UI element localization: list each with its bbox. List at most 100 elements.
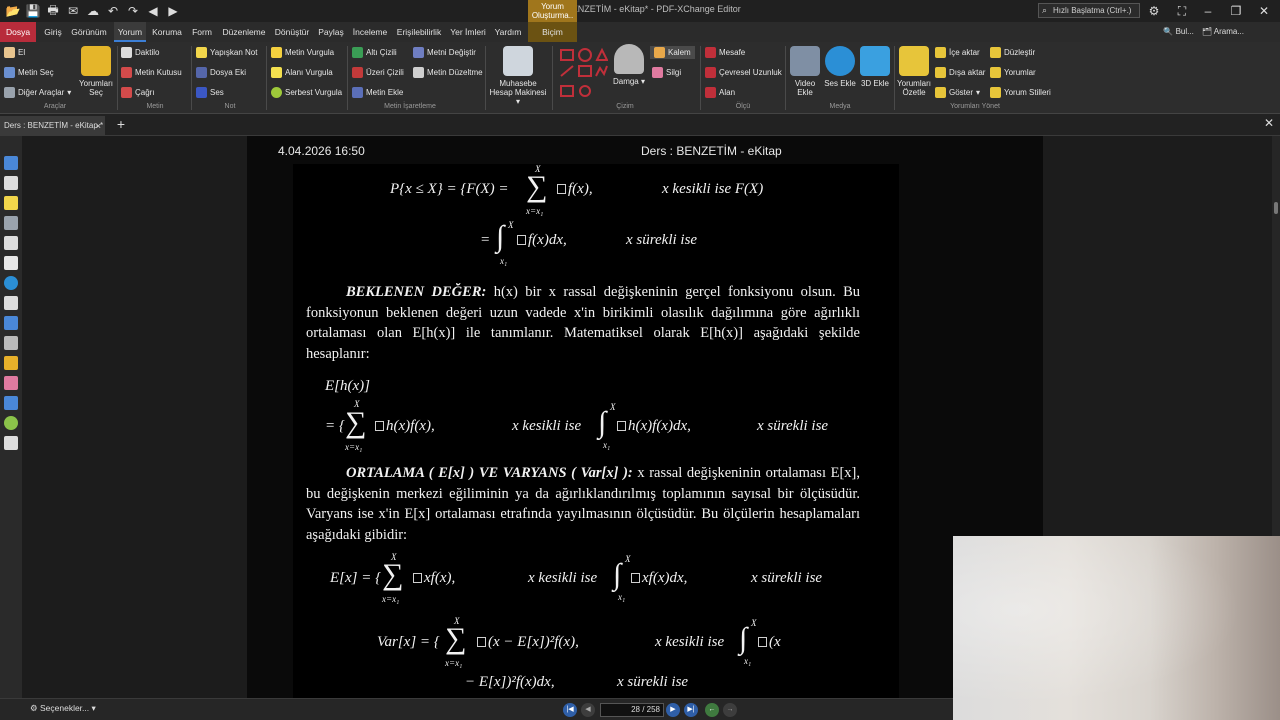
pages-icon[interactable] — [4, 176, 18, 190]
show-button[interactable]: Göster ▾ — [935, 86, 980, 99]
scroll-thumb[interactable] — [1274, 202, 1278, 214]
comments-panel-icon[interactable] — [4, 196, 18, 210]
structure-icon[interactable] — [4, 336, 18, 350]
next-view-button[interactable]: → — [723, 703, 737, 717]
save-icon[interactable]: 💾 — [24, 2, 42, 20]
group-label-olcu: Ölçü — [735, 103, 751, 110]
options-button[interactable]: ⚙ Seçenekler... ▾ — [30, 703, 96, 714]
tab-donustur[interactable]: Dönüştür — [272, 22, 312, 42]
next-page-button[interactable]: ▶ — [666, 703, 680, 717]
perimeter-button[interactable]: Çevresel Uzunluk — [705, 66, 782, 79]
close-panel-icon[interactable]: ✕ — [1264, 116, 1274, 130]
last-page-button[interactable]: ▶| — [684, 703, 698, 717]
close-button[interactable]: ✕ — [1254, 3, 1274, 19]
freehand-highlight-button[interactable]: Serbest Vurgula — [271, 86, 342, 99]
cloud-icon[interactable]: ☁ — [84, 2, 102, 20]
flatten-button[interactable]: Düzleştir — [990, 46, 1035, 59]
select-text-button[interactable]: Metin Seç — [4, 66, 54, 79]
insert-text-button[interactable]: Metin Ekle — [352, 86, 403, 99]
strikeout-button[interactable]: Üzeri Çizili — [352, 66, 404, 79]
summarize-comments-button[interactable]: Yorumları Özetle — [896, 46, 932, 97]
text-box-button[interactable]: Metin Kutusu — [121, 66, 182, 79]
signatures-icon[interactable] — [4, 296, 18, 310]
sticky-note-button[interactable]: Yapışkan Not — [196, 46, 257, 59]
close-tab-icon[interactable]: × — [96, 116, 101, 136]
open-folder-icon[interactable]: 📂 — [4, 2, 22, 20]
globe-icon[interactable] — [4, 276, 18, 290]
forward-icon[interactable]: ▶ — [164, 2, 182, 20]
bookmarks-icon[interactable] — [4, 156, 18, 170]
tab-yer-imleri[interactable]: Yer İmleri — [448, 22, 488, 42]
tab-koruma[interactable]: Koruma — [150, 22, 184, 42]
insert-3d-button[interactable]: 3D Ekle — [858, 46, 892, 88]
redo-icon[interactable]: ↷ — [124, 2, 142, 20]
info-icon[interactable] — [4, 416, 18, 430]
distance-button[interactable]: Mesafe — [705, 46, 745, 59]
tab-gorunum[interactable]: Görünüm — [70, 22, 108, 42]
separator — [347, 46, 348, 110]
other-tools-button[interactable]: Diğer Araçlar ▾ — [4, 86, 71, 99]
stamp-button[interactable]: Damga ▾ — [612, 44, 646, 86]
eraser-button[interactable]: Silgi — [652, 66, 681, 79]
tab-erisilebilirlik[interactable]: Erişilebilirlik — [394, 22, 444, 42]
previous-page-button[interactable]: ◀ — [581, 703, 595, 717]
minimize-button[interactable]: – — [1198, 3, 1218, 19]
file-attachment-button[interactable]: Dosya Eki — [196, 66, 246, 79]
underline-button[interactable]: Altı Çizili — [352, 46, 397, 59]
highlight-text-button[interactable]: Metin Vurgula — [271, 46, 334, 59]
print-icon[interactable]: 🖶 — [44, 2, 62, 20]
attachments-icon[interactable] — [4, 216, 18, 230]
tab-giris[interactable]: Giriş — [40, 22, 66, 42]
tab-form[interactable]: Form — [190, 22, 214, 42]
pen-button[interactable]: Kalem — [650, 46, 695, 59]
replace-text-button[interactable]: Metni Değiştir — [413, 46, 476, 59]
first-page-button[interactable]: |◀ — [563, 703, 577, 717]
export-button[interactable]: Dışa aktar — [935, 66, 985, 79]
comment-styles-button[interactable]: Yorum Stilleri — [990, 86, 1051, 99]
tab-duzenleme[interactable]: Düzenleme — [220, 22, 268, 42]
import-button[interactable]: İçe aktar — [935, 46, 980, 59]
typewriter-button[interactable]: Daktilo — [121, 46, 159, 59]
highlight-area-button[interactable]: Alanı Vurgula — [271, 66, 333, 79]
search-panel-icon[interactable] — [4, 316, 18, 330]
fullscreen-icon[interactable]: ⛶ — [1172, 3, 1192, 19]
tab-bicim[interactable]: Biçim — [528, 22, 577, 42]
tab-yorum[interactable]: Yorum — [114, 22, 146, 42]
page-number-field[interactable]: 28 / 258 — [600, 703, 664, 717]
properties-icon[interactable] — [4, 436, 18, 450]
sound-button[interactable]: Ses — [196, 86, 224, 99]
comments-button[interactable]: Yorumlar — [990, 66, 1036, 79]
undo-icon[interactable]: ↶ — [104, 2, 122, 20]
mean-sum-term: xf(x), — [411, 570, 455, 587]
link-icon[interactable] — [4, 356, 18, 370]
maximize-button[interactable]: ❐ — [1226, 3, 1246, 19]
previous-view-button[interactable]: ← — [705, 703, 719, 717]
select-comments-button[interactable]: Yorumları Seç — [76, 46, 116, 97]
back-icon[interactable]: ◀ — [144, 2, 162, 20]
area-button[interactable]: Alan — [705, 86, 735, 99]
new-tab-button[interactable]: + — [112, 116, 130, 134]
layers-icon[interactable] — [4, 256, 18, 270]
insert-video-button[interactable]: Video Ekle — [788, 46, 822, 97]
document-tab[interactable]: Ders : BENZETİM - eKitap * × — [0, 116, 105, 136]
eraser-panel-icon[interactable] — [4, 376, 18, 390]
insert-sound-button[interactable]: Ses Ekle — [823, 46, 857, 88]
quick-launch-input[interactable]: ⌕ Hızlı Başlatma (Ctrl+.) — [1038, 3, 1140, 18]
accounting-calculator-button[interactable]: Muhasebe Hesap Makinesi ▾ — [487, 46, 549, 106]
document-icon[interactable] — [4, 236, 18, 250]
text-correction-button[interactable]: Metin Düzeltme — [413, 66, 483, 79]
email-icon[interactable]: ✉ — [64, 2, 82, 20]
search-button[interactable]: 🗂 Arama... — [1202, 24, 1244, 40]
grid-icon[interactable] — [4, 396, 18, 410]
callout-button[interactable]: Çağrı — [121, 86, 155, 99]
hand-tool-button[interactable]: El — [4, 46, 25, 59]
tab-dosya[interactable]: Dosya — [0, 22, 36, 42]
separator — [700, 46, 701, 110]
tab-yardim[interactable]: Yardım — [492, 22, 524, 42]
settings-icon[interactable]: ⚙ — [1144, 3, 1164, 19]
tab-paylas[interactable]: Paylaş — [316, 22, 346, 42]
integral-lower-limit: x₁ — [603, 440, 611, 450]
find-button[interactable]: 🔍 Bul... — [1163, 24, 1193, 40]
tab-inceleme[interactable]: İnceleme — [350, 22, 390, 42]
shape-gallery[interactable] — [558, 46, 609, 102]
